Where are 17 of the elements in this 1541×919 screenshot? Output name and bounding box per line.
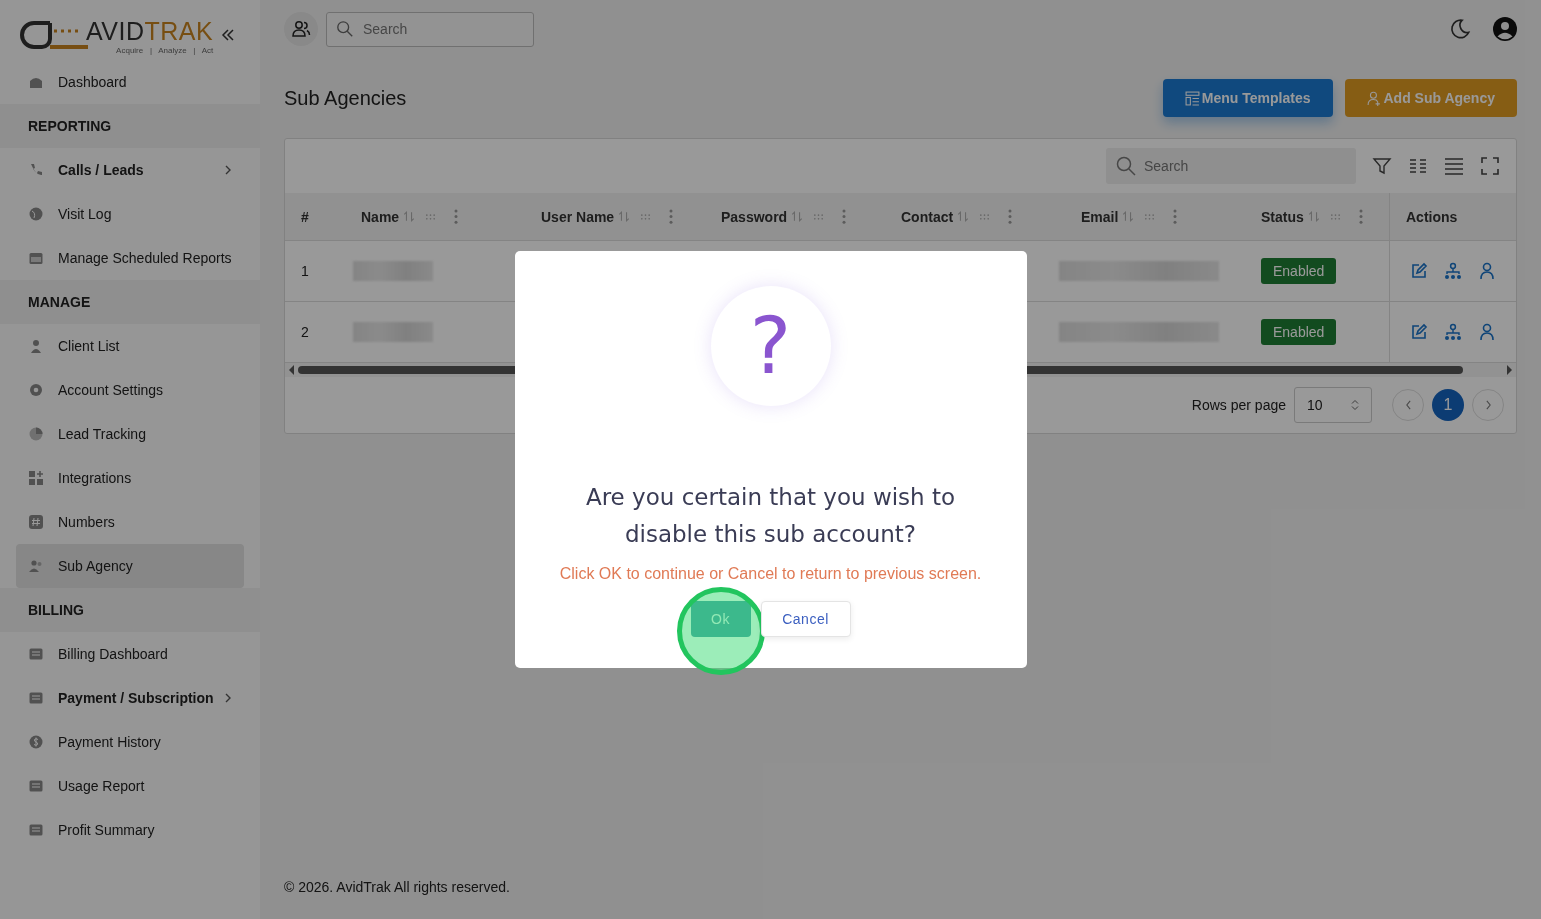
- status-badge: Enabled: [1261, 258, 1337, 284]
- section-header: REPORTING: [0, 104, 260, 148]
- dialog-title: Are you certain that you wish to disable this sub account?: [584, 483, 957, 549]
- page-title: Sub Agencies: [284, 86, 407, 110]
- rows-per-page-label: Rows per page: [1191, 397, 1286, 413]
- dialog-message: Click OK to continue or Cancel to return to previous screen.: [559, 565, 982, 583]
- column-header: Actions: [1406, 208, 1458, 225]
- status-badge: Enabled: [1261, 319, 1337, 345]
- logo-wordmark: AVIDTRAK: [86, 19, 214, 44]
- table-cell: 2: [301, 324, 309, 340]
- column-header: #: [301, 208, 309, 225]
- table-cell: 1: [301, 263, 309, 279]
- question-badge: ?: [710, 286, 831, 406]
- footer-text: © 2026. AvidTrak All rights reserved.: [284, 879, 511, 895]
- section-header: BILLING: [0, 588, 260, 632]
- section-header: MANAGE: [0, 280, 260, 324]
- logo-tagline: Acquire | Analyze | Act: [116, 46, 214, 55]
